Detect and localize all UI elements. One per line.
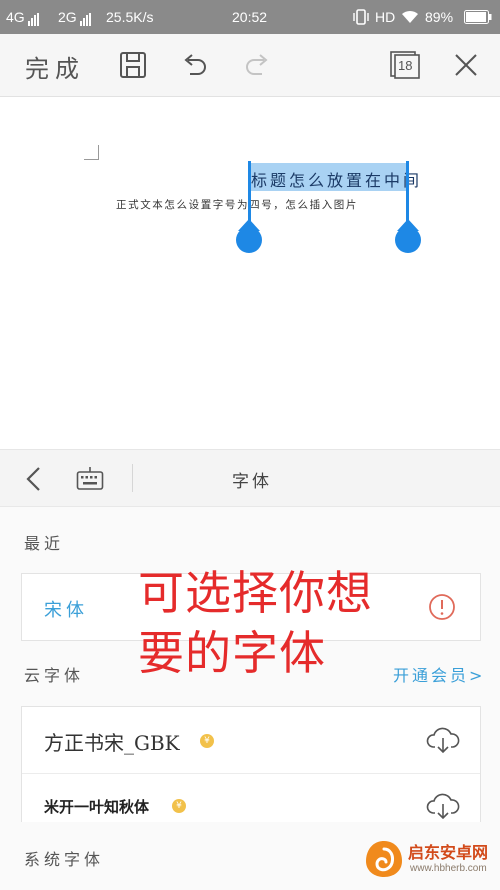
keyboard-icon[interactable] bbox=[76, 466, 104, 496]
page-count: 18 bbox=[398, 58, 413, 73]
save-icon[interactable] bbox=[118, 50, 148, 80]
selection-handle-left[interactable] bbox=[236, 219, 262, 253]
system-section-label: 系统字体 bbox=[24, 850, 105, 869]
back-icon[interactable] bbox=[24, 466, 44, 496]
vibrate-icon bbox=[352, 9, 370, 28]
editor-toolbar: 完成 18 bbox=[0, 34, 500, 97]
download-icon[interactable] bbox=[426, 791, 460, 825]
cloud-font-name: 米开一叶知秋体 bbox=[44, 798, 150, 816]
annotation-line-1: 可选择你想 bbox=[138, 566, 373, 620]
coin-icon: ¥ bbox=[200, 734, 214, 748]
status-bar: 4G 2G 25.5K/s 20:52 HD 89% bbox=[0, 0, 500, 34]
clock: 20:52 bbox=[232, 9, 268, 25]
hd-indicator: HD bbox=[375, 9, 396, 25]
margin-corner-mark bbox=[84, 145, 99, 160]
selected-title-text[interactable]: 标题怎么放置在中间 bbox=[251, 167, 422, 191]
font-panel: 字体 最近 宋体 云字体 开通会员> 方正书宋_GBK ¥ 米开一叶知秋体 ¥ … bbox=[0, 449, 500, 890]
page-count-icon[interactable]: 18 bbox=[389, 50, 421, 80]
done-button[interactable]: 完成 bbox=[25, 49, 85, 84]
font-panel-title: 字体 bbox=[232, 472, 272, 492]
coin-icon: ¥ bbox=[172, 799, 186, 813]
download-icon[interactable] bbox=[426, 725, 460, 759]
wifi-icon bbox=[400, 8, 420, 27]
redo-icon[interactable] bbox=[242, 50, 272, 80]
body-text-line[interactable]: 正式文本怎么设置字号为四号，怎么插入图片 bbox=[116, 197, 358, 212]
watermark-logo-icon bbox=[366, 841, 402, 877]
network-speed: 25.5K/s bbox=[106, 9, 154, 25]
list-item[interactable]: 方正书宋_GBK ¥ bbox=[22, 707, 480, 774]
font-panel-header: 字体 bbox=[0, 450, 500, 507]
watermark: 启东安卓网 www.hbherb.com bbox=[356, 829, 496, 889]
recent-section-label: 最近 bbox=[24, 534, 65, 553]
annotation-line-2: 要的字体 bbox=[138, 626, 326, 680]
battery-icon bbox=[464, 10, 492, 27]
close-icon[interactable] bbox=[451, 50, 481, 80]
cloud-font-name: 方正书宋_GBK bbox=[44, 731, 180, 755]
header-divider bbox=[132, 464, 133, 492]
recent-font-name: 宋体 bbox=[44, 600, 88, 621]
signal-bars-icon bbox=[79, 10, 92, 26]
annotation-overlay: 可选择你想 要的字体 bbox=[138, 563, 373, 683]
watermark-url: www.hbherb.com bbox=[410, 863, 487, 874]
alert-icon[interactable] bbox=[428, 593, 456, 625]
member-link[interactable]: 开通会员> bbox=[393, 662, 485, 686]
signal-1: 4G bbox=[6, 9, 40, 26]
signal-2: 2G bbox=[58, 9, 92, 26]
selection-handle-right[interactable] bbox=[395, 219, 421, 253]
signal-bars-icon bbox=[27, 10, 40, 26]
watermark-brand: 启东安卓网 bbox=[408, 843, 489, 862]
document-canvas[interactable]: 标题怎么放置在中间 正式文本怎么设置字号为四号，怎么插入图片 bbox=[0, 97, 500, 449]
battery-level: 89% bbox=[425, 9, 454, 25]
undo-icon[interactable] bbox=[180, 50, 210, 80]
cloud-section-label: 云字体 bbox=[24, 666, 85, 685]
